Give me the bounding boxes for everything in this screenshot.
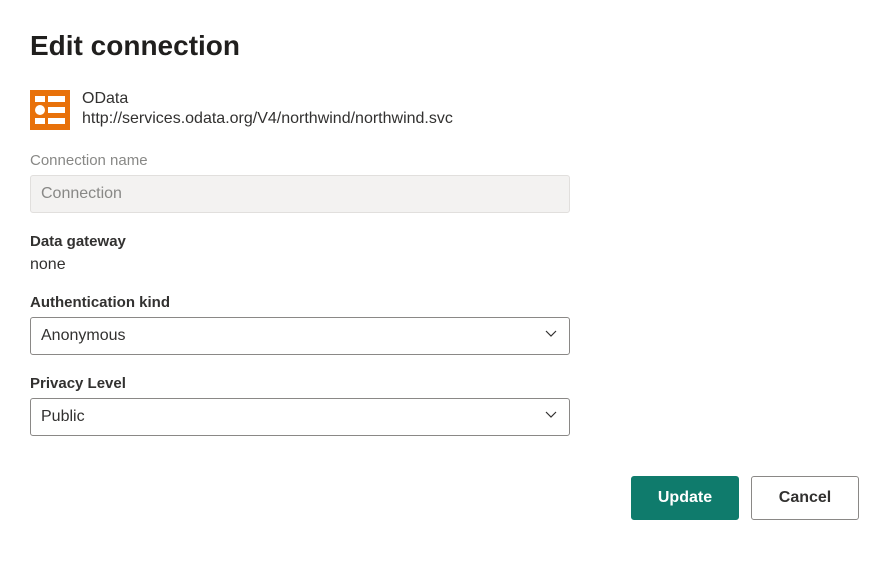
page-title: Edit connection xyxy=(30,30,859,62)
authentication-kind-value: Anonymous xyxy=(41,327,126,345)
privacy-level-label: Privacy Level xyxy=(30,375,859,392)
authentication-kind-group: Authentication kind Anonymous xyxy=(30,294,859,355)
authentication-kind-select[interactable]: Anonymous xyxy=(30,317,570,355)
source-text: OData http://services.odata.org/V4/north… xyxy=(82,90,453,128)
privacy-level-value: Public xyxy=(41,408,85,426)
data-gateway-label: Data gateway xyxy=(30,233,859,250)
update-button[interactable]: Update xyxy=(631,476,739,520)
source-row: OData http://services.odata.org/V4/north… xyxy=(30,90,859,130)
data-gateway-group: Data gateway none xyxy=(30,233,859,274)
privacy-level-group: Privacy Level Public xyxy=(30,375,859,436)
connection-name-label: Connection name xyxy=(30,152,859,169)
privacy-level-select[interactable]: Public xyxy=(30,398,570,436)
authentication-kind-label: Authentication kind xyxy=(30,294,859,311)
odata-source-icon xyxy=(30,90,70,130)
source-url: http://services.odata.org/V4/northwind/n… xyxy=(82,110,453,128)
connection-name-input[interactable] xyxy=(30,175,570,213)
connection-name-group: Connection name xyxy=(30,152,859,213)
source-title: OData xyxy=(82,90,453,108)
button-row: Update Cancel xyxy=(30,476,859,520)
data-gateway-value: none xyxy=(30,256,859,274)
cancel-button[interactable]: Cancel xyxy=(751,476,859,520)
